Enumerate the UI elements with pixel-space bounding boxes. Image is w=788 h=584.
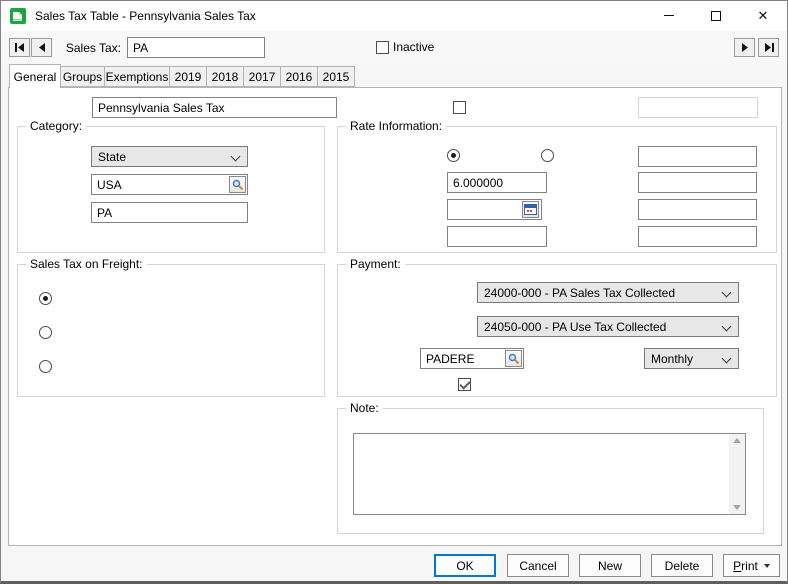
maximum-input[interactable] (638, 146, 757, 167)
chevron-down-icon (722, 288, 732, 298)
use-tax-liability-select[interactable]: 24050-000 - PA Use Tax Collected (477, 316, 739, 337)
tab-general[interactable]: General (9, 64, 61, 88)
payment-frequency-value: Monthly (651, 352, 693, 366)
delete-button-label: Delete (665, 559, 700, 573)
tab-groups[interactable]: Groups (60, 66, 105, 87)
tab-2016-label: 2016 (286, 70, 313, 84)
inactive-checkbox[interactable] (376, 41, 389, 54)
time-input[interactable] (638, 226, 757, 247)
chevron-down-icon (722, 322, 732, 332)
cancel-button-label: Cancel (519, 559, 556, 573)
sales-tax-liability-select[interactable]: 24000-000 - PA Sales Tax Collected (477, 282, 739, 303)
old-rate-input[interactable] (447, 226, 547, 247)
print-button[interactable]: Print (723, 554, 780, 577)
use-tax-liability-value: 24050-000 - PA Use Tax Collected (484, 320, 666, 334)
tab-exemptions[interactable]: Exemptions (104, 66, 170, 87)
tab-2017[interactable]: 2017 (243, 66, 281, 87)
report-gross-sales-checkbox[interactable] (458, 378, 471, 391)
effective-date-calendar-button[interactable] (522, 201, 539, 218)
minimize-button[interactable] (646, 1, 692, 30)
payment-legend: Payment: (346, 257, 405, 271)
scroll-down-icon[interactable] (733, 505, 741, 510)
search-icon (232, 179, 244, 191)
ok-button-label: OK (456, 559, 473, 573)
percentage-radio[interactable] (447, 149, 460, 162)
tab-2019[interactable]: 2019 (169, 66, 207, 87)
title-bar: Sales Tax Table - Pennsylvania Sales Tax… (1, 1, 787, 31)
sales-tax-input[interactable] (127, 37, 265, 58)
print-dropdown-icon (764, 564, 770, 568)
print-separately-checkbox[interactable] (453, 101, 466, 114)
close-icon: ✕ (758, 9, 769, 22)
inactive-label[interactable]: Inactive (393, 40, 434, 55)
country-lookup-button[interactable] (229, 176, 246, 193)
tab-2015[interactable]: 2015 (317, 66, 355, 87)
close-button[interactable]: ✕ (740, 1, 786, 30)
flat-amount-radio[interactable] (541, 149, 554, 162)
description-input[interactable] (92, 97, 337, 118)
next-record-icon (741, 43, 749, 52)
note-textarea[interactable] (353, 433, 746, 515)
calendar-icon (524, 204, 537, 215)
tax-agency-lookup-button[interactable] (505, 350, 522, 367)
tab-2017-label: 2017 (249, 70, 276, 84)
maximize-button[interactable] (693, 1, 739, 30)
sales-tax-label: Sales Tax: (21, 41, 121, 56)
note-scrollbar[interactable] (729, 434, 745, 514)
new-button[interactable]: New (579, 554, 641, 577)
maximize-icon (711, 11, 721, 21)
record-navigation-bar: Sales Tax: Inactive (1, 31, 787, 64)
chevron-down-icon (231, 152, 241, 162)
prorate-radio[interactable] (39, 326, 52, 339)
delete-button[interactable]: Delete (651, 554, 713, 577)
new-button-label: New (598, 559, 622, 573)
tax-if-taxable-items-radio[interactable] (39, 292, 52, 305)
scroll-up-icon[interactable] (733, 438, 741, 443)
print-button-label: rint (741, 559, 758, 573)
cancel-button[interactable]: Cancel (507, 554, 569, 577)
applies-to-select[interactable]: State (91, 146, 248, 167)
tab-2018[interactable]: 2018 (206, 66, 244, 87)
last-record-button[interactable] (758, 38, 779, 57)
last-record-icon (764, 43, 774, 52)
tab-strip: General Groups Exemptions 2019 2018 2017… (9, 64, 355, 87)
tab-exemptions-label: Exemptions (106, 70, 169, 84)
window-title: Sales Tax Table - Pennsylvania Sales Tax (35, 1, 256, 31)
label-input (638, 97, 758, 118)
applies-to-value: State (98, 150, 126, 164)
tab-2019-label: 2019 (175, 70, 202, 84)
sales-tax-liability-value: 24000-000 - PA Sales Tax Collected (484, 286, 675, 300)
category-legend: Category: (26, 119, 86, 133)
freight-groupbox: Sales Tax on Freight: (17, 264, 325, 397)
country-input[interactable] (91, 174, 248, 195)
state-input[interactable] (91, 202, 248, 223)
print-button-label-key: P (733, 559, 741, 573)
date-input[interactable] (638, 199, 757, 220)
payment-frequency-select[interactable]: Monthly (644, 348, 739, 369)
minimize-icon (664, 15, 674, 16)
tab-2016[interactable]: 2016 (280, 66, 318, 87)
tab-groups-label: Groups (63, 70, 102, 84)
chevron-down-icon (722, 354, 732, 364)
app-icon (10, 8, 26, 24)
never-tax-radio[interactable] (39, 360, 52, 373)
next-record-button[interactable] (734, 38, 755, 57)
tab-2015-label: 2015 (323, 70, 350, 84)
sales-tax-table-window: Sales Tax Table - Pennsylvania Sales Tax… (0, 0, 788, 584)
rate-information-legend: Rate Information: (346, 119, 446, 133)
freight-legend: Sales Tax on Freight: (26, 257, 147, 271)
search-icon (508, 353, 520, 365)
ok-button[interactable]: OK (434, 554, 496, 577)
tab-2018-label: 2018 (212, 70, 239, 84)
note-legend: Note: (346, 401, 383, 415)
current-rate-input[interactable] (447, 172, 547, 193)
user-input[interactable] (638, 172, 757, 193)
tab-general-label: General (14, 70, 57, 84)
